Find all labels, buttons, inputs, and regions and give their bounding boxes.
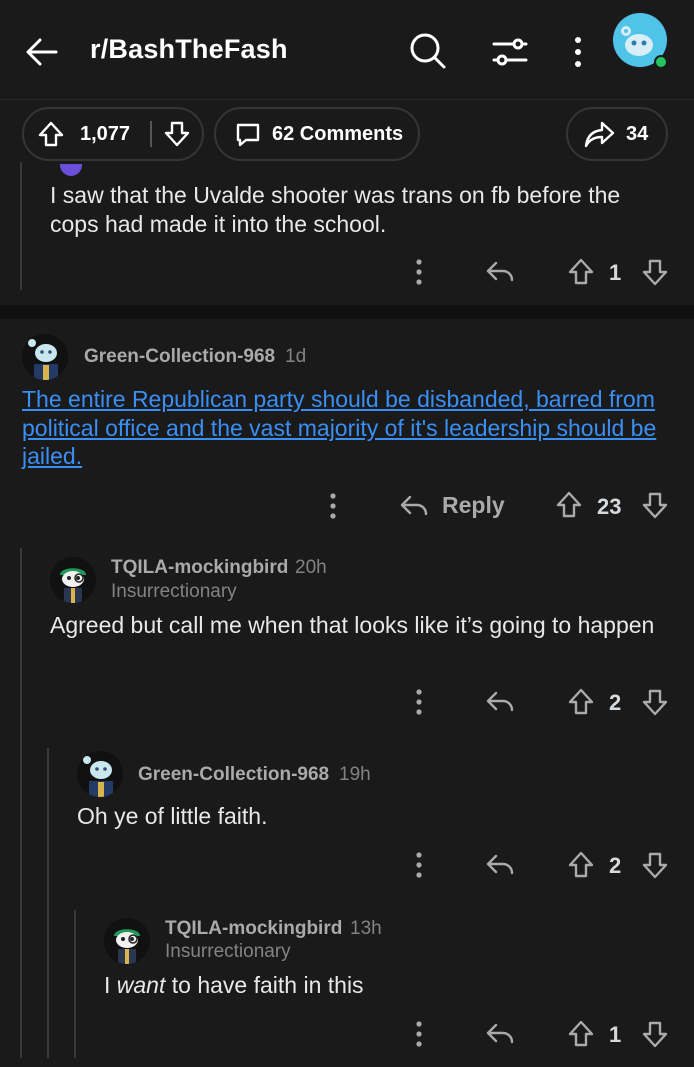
thread-line[interactable]	[20, 162, 22, 290]
timestamp: 19h	[339, 764, 371, 785]
reply-icon[interactable]	[484, 257, 516, 287]
comments-button[interactable]: 62 Comments	[214, 107, 420, 161]
post-score: 1,077	[80, 123, 131, 145]
username[interactable]: TQILA-mockingbird	[111, 557, 288, 579]
upvote-icon[interactable]	[566, 256, 596, 288]
downvote-icon[interactable]	[640, 256, 670, 288]
avatar	[60, 164, 82, 176]
comment-score: 1	[609, 1022, 622, 1047]
more-options-icon[interactable]	[408, 1018, 430, 1050]
username[interactable]: TQILA-mockingbird	[165, 918, 342, 940]
post-vote-bar: 1,077	[22, 107, 204, 161]
search-icon[interactable]	[407, 30, 449, 72]
upvote-icon[interactable]	[566, 1018, 596, 1050]
reply-button[interactable]: Reply	[398, 491, 508, 523]
comment-text-prefix: I	[104, 972, 111, 998]
username[interactable]: Green-Collection-968	[84, 346, 275, 368]
comment-score: 1	[609, 260, 622, 285]
thread-line[interactable]	[47, 748, 49, 1058]
share-arrow-icon	[584, 120, 616, 150]
avatar[interactable]	[22, 334, 68, 380]
avatar[interactable]	[104, 918, 150, 964]
downvote-icon[interactable]	[640, 849, 670, 881]
comment-body-link[interactable]: The entire Republican party should be di…	[22, 385, 672, 471]
top-app-bar: r/BashTheFash	[0, 0, 694, 100]
comment-bubble-icon	[234, 121, 262, 149]
more-options-icon[interactable]	[566, 34, 590, 70]
comment-count: 62 Comments	[272, 123, 404, 145]
comment-body: Oh ye of little faith.	[77, 803, 268, 829]
comment-body: I saw that the Uvalde shooter was trans …	[50, 182, 621, 237]
username[interactable]: Green-Collection-968	[138, 764, 329, 786]
sort-filter-icon[interactable]	[490, 32, 530, 72]
upvote-icon[interactable]	[566, 849, 596, 881]
comment-separator	[0, 305, 694, 319]
reply-label: Reply	[442, 492, 505, 518]
comment-body: Agreed but call me when that looks like …	[50, 612, 655, 638]
comment-body: I want to have faith in this	[104, 971, 664, 1000]
back-arrow-icon[interactable]	[22, 32, 62, 72]
comment-text-emphasis: want	[116, 972, 166, 998]
user-avatar[interactable]	[612, 12, 670, 70]
reply-icon	[400, 495, 428, 516]
comment-score: 2	[609, 690, 622, 715]
more-options-icon[interactable]	[322, 490, 344, 522]
online-status-dot	[654, 55, 668, 69]
comment-score: 23	[597, 494, 622, 519]
share-button[interactable]: 34	[566, 107, 668, 161]
comment-text-suffix: to have faith in this	[171, 972, 364, 998]
upvote-icon[interactable]	[566, 686, 596, 718]
user-flair: Insurrectionary	[165, 941, 291, 962]
downvote-icon[interactable]	[640, 686, 670, 718]
vote-divider	[150, 121, 152, 147]
subreddit-title[interactable]: r/BashTheFash	[90, 34, 288, 65]
downvote-icon[interactable]	[162, 119, 192, 149]
comment-score: 2	[609, 853, 622, 878]
more-options-icon[interactable]	[408, 686, 430, 718]
avatar[interactable]	[77, 751, 123, 797]
more-options-icon[interactable]	[408, 849, 430, 881]
timestamp: 13h	[350, 918, 382, 939]
more-options-icon[interactable]	[408, 256, 430, 288]
user-flair: Insurrectionary	[111, 581, 237, 602]
share-count: 34	[626, 123, 649, 145]
thread-line[interactable]	[74, 910, 76, 1058]
downvote-icon[interactable]	[640, 489, 670, 521]
reply-icon[interactable]	[484, 850, 516, 880]
reply-icon[interactable]	[484, 687, 516, 717]
upvote-icon[interactable]	[36, 119, 66, 149]
reply-icon[interactable]	[484, 1019, 516, 1049]
downvote-icon[interactable]	[640, 1018, 670, 1050]
timestamp: 20h	[295, 557, 327, 578]
upvote-icon[interactable]	[554, 489, 584, 521]
avatar[interactable]	[50, 557, 96, 603]
thread-line[interactable]	[20, 548, 22, 1058]
header-divider	[0, 99, 694, 100]
timestamp: 1d	[285, 346, 307, 367]
